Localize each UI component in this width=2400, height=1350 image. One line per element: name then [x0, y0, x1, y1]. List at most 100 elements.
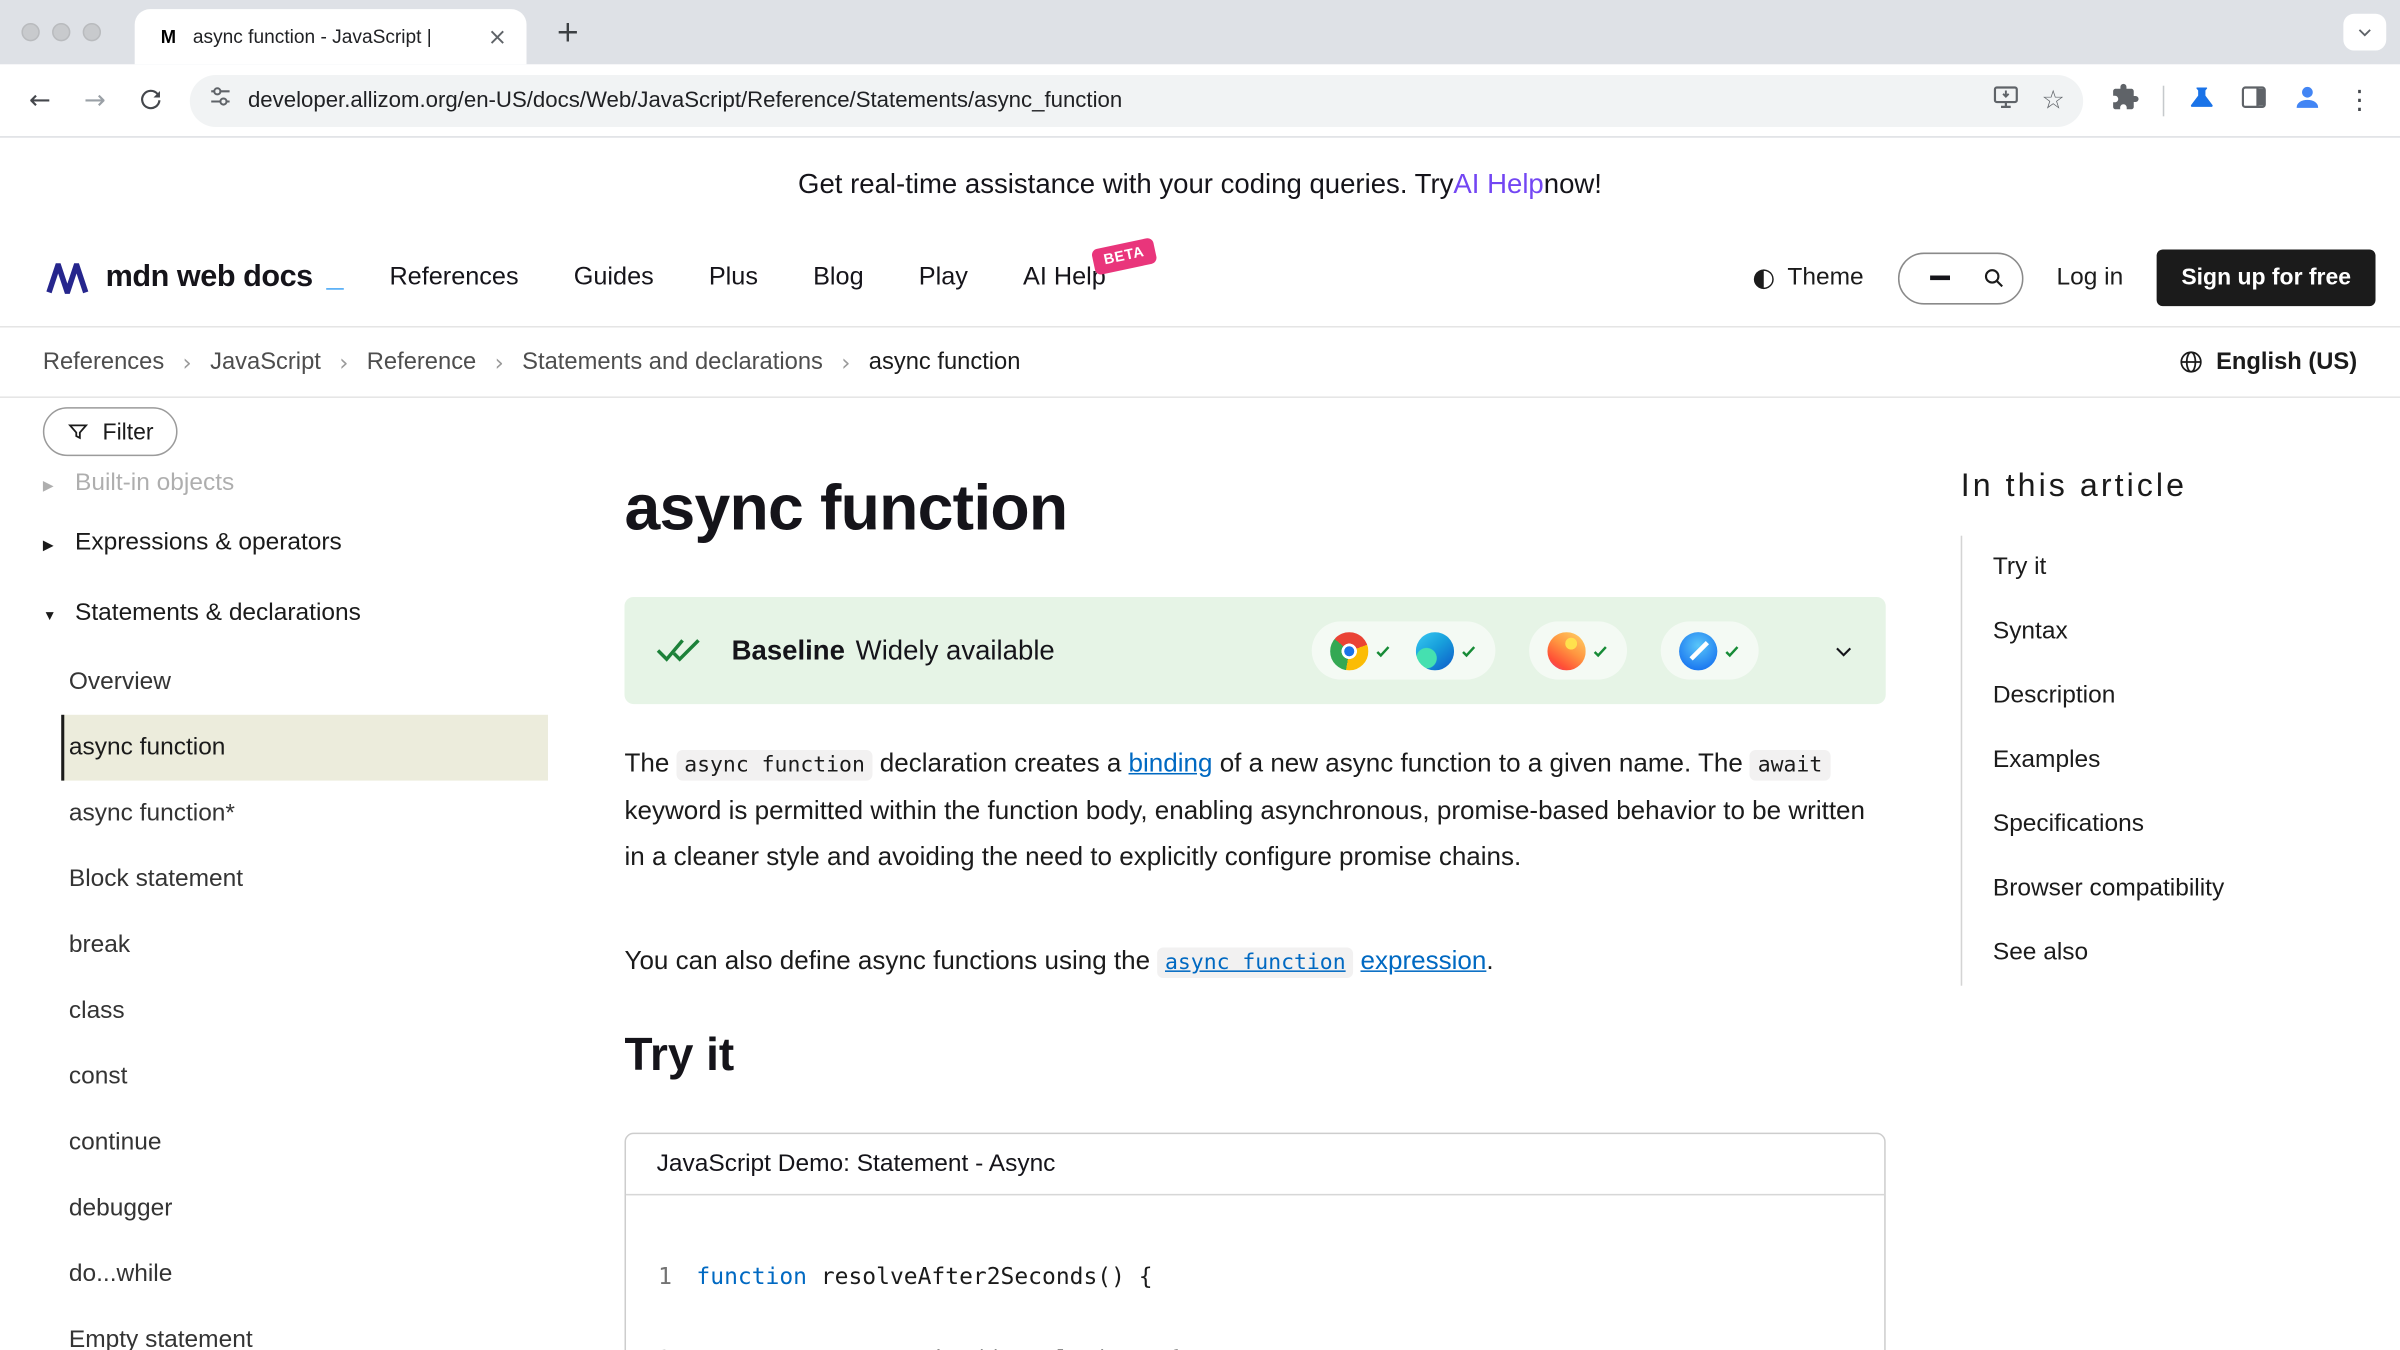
sidebar-section-builtin-objects[interactable]: Built-in objects	[43, 459, 548, 508]
close-window-button[interactable]	[21, 23, 39, 41]
forward-button[interactable]	[70, 76, 119, 125]
sidebar-item-overview[interactable]: Overview	[61, 649, 548, 715]
sidebar-item-list: Overview async function async function* …	[61, 649, 548, 1350]
sidebar-section-expressions[interactable]: Expressions & operators	[43, 508, 548, 578]
article: async function Baseline Widely available	[624, 398, 1885, 1350]
text: of a new async function to a given name.…	[1212, 748, 1750, 777]
mdn-logo-cursor: _	[326, 260, 343, 295]
new-tab-button[interactable]	[548, 12, 588, 52]
tab-search-chevron-icon[interactable]	[2343, 14, 2386, 51]
bookmark-star-icon[interactable]	[2041, 85, 2064, 116]
nav-guides[interactable]: Guides	[574, 263, 654, 292]
sidebar-section-label: Built-in objects	[75, 470, 234, 498]
address-bar[interactable]: developer.allizom.org/en-US/docs/Web/Jav…	[190, 74, 2083, 126]
login-link[interactable]: Log in	[2056, 264, 2123, 292]
site-settings-icon[interactable]	[208, 84, 232, 116]
nav-play[interactable]: Play	[919, 263, 968, 292]
firefox-icon	[1547, 631, 1585, 669]
edge-icon	[1416, 631, 1454, 669]
toc-item-syntax[interactable]: Syntax	[1962, 600, 2377, 664]
filter-button[interactable]: Filter	[43, 407, 178, 456]
binding-link[interactable]: binding	[1129, 748, 1213, 777]
mdn-logo[interactable]: mdn web docs _	[46, 260, 344, 295]
mdn-logo-text: mdn web docs	[106, 260, 313, 295]
chrome-labs-beaker-icon[interactable]	[2187, 82, 2216, 119]
supported-check-icon	[1374, 642, 1391, 659]
sidebar-item-block-statement[interactable]: Block statement	[61, 846, 548, 912]
side-panel-icon[interactable]	[2239, 82, 2268, 119]
url-text[interactable]: developer.allizom.org/en-US/docs/Web/Jav…	[248, 88, 1976, 112]
table-of-contents: In this article Try it Syntax Descriptio…	[1961, 398, 2377, 986]
sidebar-item-async-function[interactable]: async function	[61, 715, 548, 781]
sidebar-item-continue[interactable]: continue	[61, 1110, 548, 1176]
nav-references[interactable]: References	[389, 263, 518, 292]
signup-button[interactable]: Sign up for free	[2157, 249, 2376, 306]
page-title: async function	[624, 471, 1885, 544]
sidebar-section-label: Statements & declarations	[75, 600, 361, 628]
breadcrumb-current[interactable]: async function	[869, 348, 1021, 376]
sidebar-item-break[interactable]: break	[61, 912, 548, 978]
browser-menu-icon[interactable]	[2346, 85, 2372, 116]
sidebar-item-class[interactable]: class	[61, 978, 548, 1044]
toc-item-examples[interactable]: Examples	[1962, 729, 2377, 793]
tab-close-icon[interactable]	[484, 23, 512, 51]
extensions-puzzle-icon[interactable]	[2111, 82, 2140, 119]
chrome-support	[1330, 631, 1391, 669]
search-input[interactable]	[1897, 252, 2023, 304]
sidebar-section-statements[interactable]: Statements & declarations	[43, 579, 548, 649]
theme-label: Theme	[1787, 264, 1863, 292]
reload-button[interactable]	[126, 76, 175, 125]
search-icon[interactable]	[1981, 266, 2004, 289]
toc-item-description[interactable]: Description	[1962, 664, 2377, 728]
breadcrumb-javascript[interactable]: JavaScript	[210, 348, 321, 376]
nav-blog[interactable]: Blog	[813, 263, 864, 292]
code-line: 1function resolveAfter2Seconds() {	[632, 1263, 1884, 1291]
breadcrumb-statements[interactable]: Statements and declarations	[522, 348, 823, 376]
minimize-window-button[interactable]	[52, 23, 70, 41]
firefox-support	[1547, 631, 1608, 669]
install-app-icon[interactable]	[1991, 82, 2020, 119]
sidebar-item-const[interactable]: const	[61, 1044, 548, 1110]
ai-help-promo-link[interactable]: AI Help	[1453, 168, 1543, 200]
nav-ai-help[interactable]: AI HelpBETA	[1023, 263, 1106, 292]
code-editor[interactable]: 1function resolveAfter2Seconds() { 2 ret…	[626, 1195, 1884, 1350]
browser-pill-firefox	[1529, 621, 1627, 679]
baseline-expand-chevron-icon[interactable]	[1832, 639, 1855, 662]
browser-toolbar: developer.allizom.org/en-US/docs/Web/Jav…	[0, 64, 2400, 137]
theme-toggle[interactable]: Theme	[1752, 262, 1863, 293]
inline-code-await: await	[1750, 750, 1830, 781]
site-header: mdn web docs _ References Guides Plus Blo…	[0, 230, 2400, 328]
browser-pill-safari	[1661, 621, 1759, 679]
sidebar-section-label: Expressions & operators	[75, 530, 342, 558]
browser-tab[interactable]: M async function - JavaScript |	[135, 9, 527, 64]
sidebar-item-async-function-star[interactable]: async function*	[61, 781, 548, 847]
language-switcher[interactable]: English (US)	[2178, 348, 2357, 376]
async-function-expression-code-link[interactable]: async function	[1157, 947, 1353, 978]
expression-link[interactable]: expression	[1361, 946, 1487, 975]
sidebar-item-debugger[interactable]: debugger	[61, 1176, 548, 1242]
intro-paragraph: The async function declaration creates a…	[624, 741, 1879, 880]
sidebar-item-do-while[interactable]: do...while	[61, 1241, 548, 1307]
sidebar-item-empty-statement[interactable]: Empty statement	[61, 1307, 548, 1350]
nav-plus[interactable]: Plus	[709, 263, 758, 292]
toc-item-browser-compatibility[interactable]: Browser compatibility	[1962, 857, 2377, 921]
toc-item-see-also[interactable]: See also	[1962, 921, 2377, 985]
profile-avatar-icon[interactable]	[2291, 80, 2323, 120]
globe-icon	[2178, 349, 2204, 375]
text: declaration creates a	[873, 748, 1129, 777]
edge-support	[1416, 631, 1477, 669]
line-number: 1	[632, 1263, 672, 1291]
zoom-window-button[interactable]	[83, 23, 101, 41]
supported-check-icon	[1592, 642, 1609, 659]
theme-contrast-icon	[1752, 262, 1775, 293]
funnel-icon	[67, 421, 88, 442]
toc-item-specifications[interactable]: Specifications	[1962, 793, 2377, 857]
main-nav: References Guides Plus Blog Play AI Help…	[389, 263, 1105, 292]
toc-item-try-it[interactable]: Try it	[1962, 536, 2377, 600]
breadcrumb-reference[interactable]: Reference	[367, 348, 476, 376]
safari-icon	[1679, 631, 1717, 669]
chevron-right-icon	[43, 470, 58, 498]
back-button[interactable]	[15, 76, 64, 125]
code-line: 2 return new Promise((resolve) => {	[632, 1345, 1884, 1350]
breadcrumb-references[interactable]: References	[43, 348, 164, 376]
